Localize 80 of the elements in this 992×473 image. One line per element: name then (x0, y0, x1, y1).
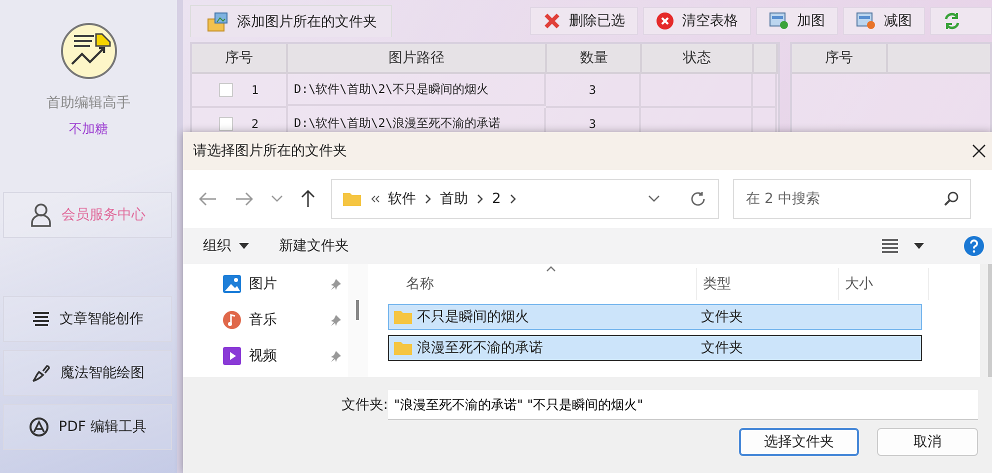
toolbar-button[interactable]: 减图 (843, 7, 925, 35)
chevron-down-icon[interactable] (648, 195, 660, 203)
chevron-right-icon (424, 194, 432, 204)
user-icon (30, 203, 52, 227)
brush-icon (30, 363, 50, 383)
menu-button[interactable]: PDF 编辑工具 (3, 404, 172, 450)
nav-item[interactable]: 视频 (183, 338, 348, 374)
back-arrow-icon[interactable] (199, 192, 217, 206)
cancel-button[interactable]: 取消 (877, 428, 978, 456)
close-icon (543, 12, 561, 30)
music-icon (223, 311, 241, 329)
breadcrumb-item[interactable]: 软件 (388, 190, 416, 208)
column-header[interactable]: 状态 (642, 44, 754, 74)
help-icon[interactable] (964, 236, 984, 256)
folder-icon (393, 340, 413, 356)
table-cell: 1 (251, 84, 259, 96)
clear-icon (656, 12, 674, 30)
video-icon (223, 347, 241, 365)
file-row[interactable]: 浪漫至死不渝的承诺 文件夹 (388, 335, 922, 361)
pin-icon[interactable] (330, 350, 342, 362)
menu-button[interactable]: 文章智能创作 (3, 296, 172, 342)
up-arrow-icon[interactable] (301, 190, 315, 208)
column-header[interactable]: 大小 (839, 268, 929, 300)
table-cell: 3 (546, 74, 641, 108)
column-header[interactable]: 序号 (192, 44, 288, 74)
logo-icon (60, 22, 118, 80)
picture-icon (223, 275, 241, 293)
breadcrumb-item[interactable]: 2 (492, 191, 501, 207)
refresh-icon (943, 12, 961, 30)
column-header[interactable]: 名称 (373, 268, 697, 300)
select-folder-button[interactable]: 选择文件夹 (739, 428, 859, 456)
menu-button[interactable]: 魔法智能绘图 (3, 350, 172, 396)
chevron-right-icon (508, 194, 517, 204)
dialog-title: 请选择图片所在的文件夹 (193, 142, 347, 160)
search-icon (943, 191, 959, 207)
row-checkbox[interactable] (219, 117, 234, 131)
folder-label: 文件夹: (340, 396, 388, 414)
toolbar-button[interactable]: 删除已选 (530, 7, 638, 35)
breadcrumb-item[interactable]: 首助 (440, 190, 468, 208)
list-view-icon[interactable] (882, 239, 898, 253)
file-row[interactable]: 不只是瞬间的烟火 文件夹 (388, 304, 922, 330)
scrollbar-thumb[interactable] (356, 300, 359, 320)
column-header[interactable]: 类型 (697, 268, 839, 300)
chevron-right-icon (476, 194, 484, 204)
folder-icon (393, 309, 413, 325)
column-header[interactable]: 图片路径 (288, 44, 548, 74)
app-name: 首助编辑高手 (46, 94, 130, 112)
table-cell: D:\软件\首助\2\不只是瞬间的烟火 (288, 74, 546, 106)
toolbar-button[interactable]: 清空表格 (643, 7, 751, 35)
column-header[interactable]: 数量 (547, 44, 642, 74)
toolbar-button[interactable] (930, 7, 992, 35)
address-bar[interactable]: 软件 首助 2 (331, 179, 719, 219)
search-field[interactable]: 在 2 中搜索 (733, 179, 971, 219)
column-header[interactable]: 序号 (792, 44, 888, 74)
organize-button[interactable]: 组织 (193, 237, 259, 255)
table-cell: 2 (251, 118, 259, 130)
pin-icon[interactable] (330, 314, 342, 326)
nav-item[interactable]: 图片 (183, 266, 348, 302)
remove-image-icon (856, 12, 876, 30)
forward-arrow-icon[interactable] (235, 192, 253, 206)
double-chevron-icon (370, 194, 380, 204)
row-checkbox[interactable] (219, 83, 234, 97)
caret-icon (239, 243, 249, 249)
app-subtitle: 不加糖 (69, 121, 108, 138)
close-icon[interactable] (972, 144, 986, 158)
new-folder-button[interactable]: 新建文件夹 (269, 237, 359, 255)
pdf-icon (28, 417, 49, 437)
sort-caret-icon (546, 266, 556, 272)
toolbar-button[interactable]: 加图 (756, 7, 838, 35)
folder-image-icon (207, 12, 229, 32)
folder-name-field[interactable]: "浪漫至死不渝的承诺" "不只是瞬间的烟火" (388, 390, 978, 420)
refresh-icon[interactable] (690, 191, 706, 207)
caret-icon[interactable] (914, 243, 924, 249)
pin-icon[interactable] (330, 278, 342, 290)
nav-item[interactable]: 音乐 (183, 302, 348, 338)
list-icon (32, 311, 50, 327)
folder-icon (342, 191, 362, 207)
chevron-down-icon[interactable] (271, 195, 283, 203)
add-folder-button[interactable]: 添加图片所在的文件夹 (190, 5, 392, 37)
add-image-icon (769, 12, 789, 30)
